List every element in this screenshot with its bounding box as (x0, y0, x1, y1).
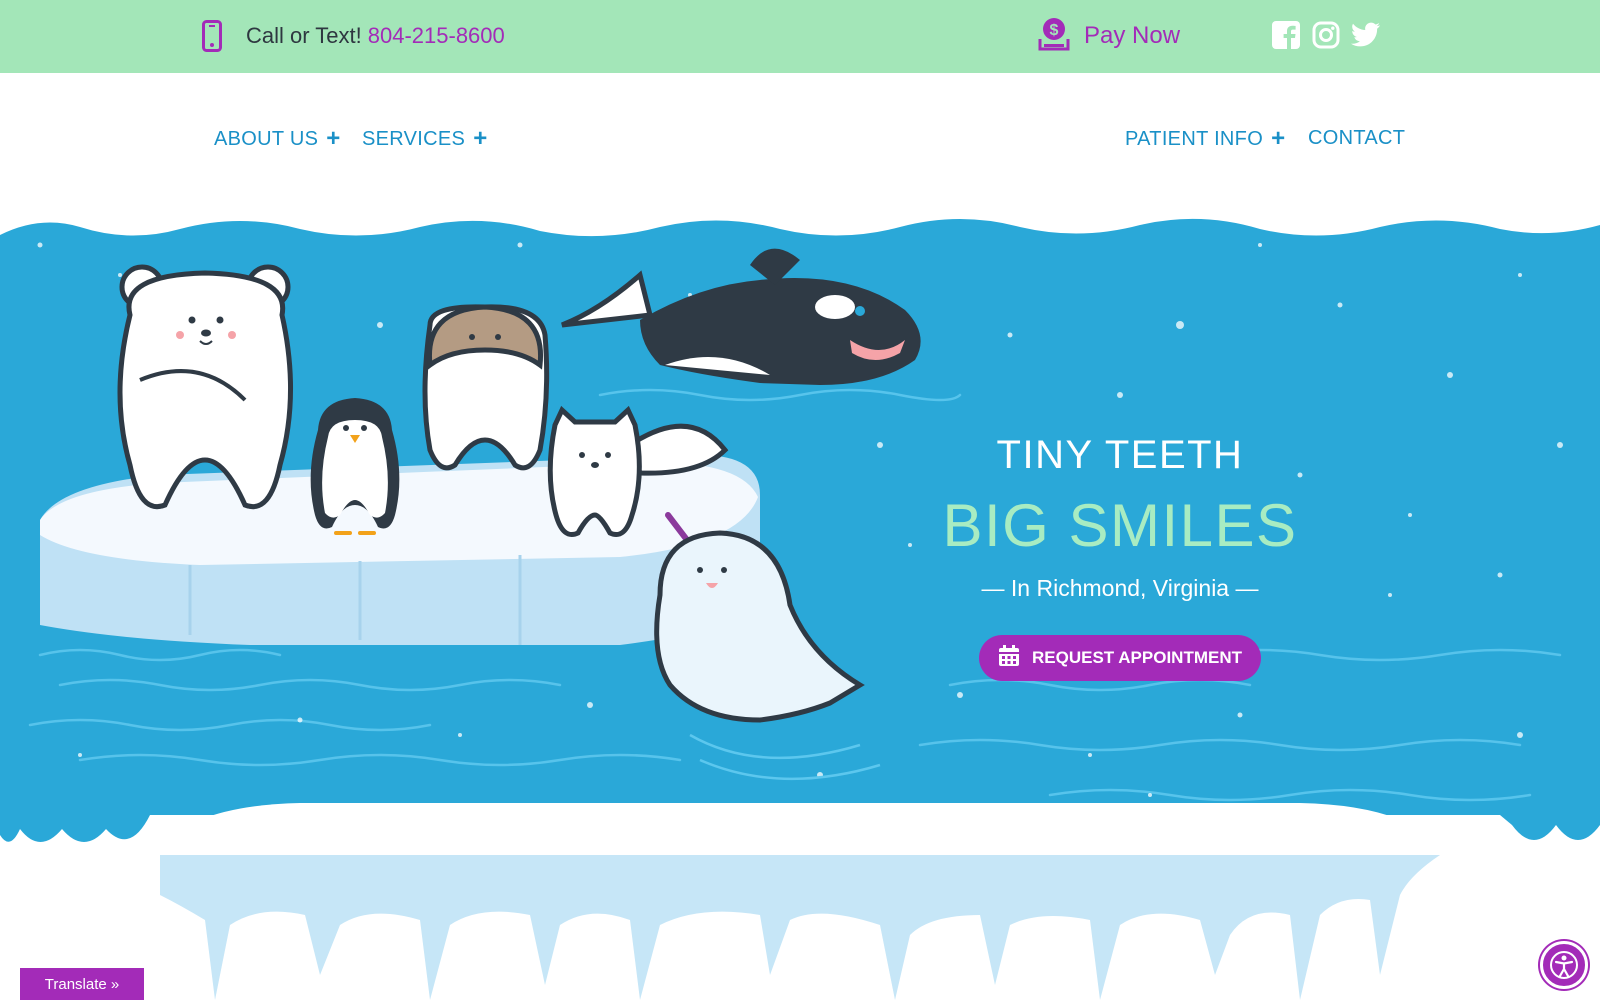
pay-now-label: Pay Now (1084, 22, 1181, 49)
plus-icon: + (326, 125, 341, 152)
social-links (1270, 18, 1390, 52)
hero-illustration (0, 218, 1600, 1000)
plus-icon: + (1271, 125, 1286, 152)
call-block: Call or Text! 804-215-8600 (202, 18, 505, 54)
hero-line-3: — In Richmond, Virginia — (981, 575, 1259, 601)
nav-item-label: ABOUT US (214, 127, 319, 150)
nav-item-label: SERVICES (362, 127, 466, 150)
nav-item-label: CONTACT (1308, 127, 1406, 149)
nav-item-services[interactable]: SERVICES + (362, 127, 488, 151)
main-nav: ABOUT US + SERVICES + PATIENT INFO + CON… (0, 73, 1600, 215)
phone-icon (202, 20, 222, 52)
svg-text:$: $ (1050, 22, 1059, 39)
calendar-icon (998, 644, 1020, 672)
top-bar: Call or Text! 804-215-8600 $ Pay Now (0, 0, 1600, 73)
hero-line-1: TINY TEETH (996, 433, 1244, 477)
nav-item-label: PATIENT INFO (1125, 127, 1264, 150)
nav-item-about-us[interactable]: ABOUT US + (214, 127, 341, 151)
facebook-icon[interactable] (1270, 19, 1302, 51)
call-label: Call or Text! (246, 23, 362, 48)
phone-link[interactable]: 804-215-8600 (368, 23, 505, 49)
plus-icon: + (473, 125, 488, 152)
nav-item-contact[interactable]: CONTACT (1308, 127, 1405, 150)
nav-item-patient-info[interactable]: PATIENT INFO + (1125, 127, 1285, 151)
pay-icon: $ (1038, 17, 1070, 56)
pay-now-button[interactable]: $ Pay Now (1038, 16, 1180, 56)
translate-button[interactable]: Translate » (20, 968, 144, 1000)
instagram-icon[interactable] (1310, 19, 1342, 51)
request-appointment-button[interactable]: REQUEST APPOINTMENT (979, 635, 1261, 681)
hero: TINY TEETH BIG SMILES — In Richmond, Vir… (0, 215, 1600, 1000)
hero-line-2: BIG SMILES (942, 492, 1298, 559)
twitter-icon[interactable] (1350, 19, 1382, 51)
request-appointment-label: REQUEST APPOINTMENT (1032, 648, 1242, 667)
accessibility-icon[interactable] (1540, 941, 1588, 989)
